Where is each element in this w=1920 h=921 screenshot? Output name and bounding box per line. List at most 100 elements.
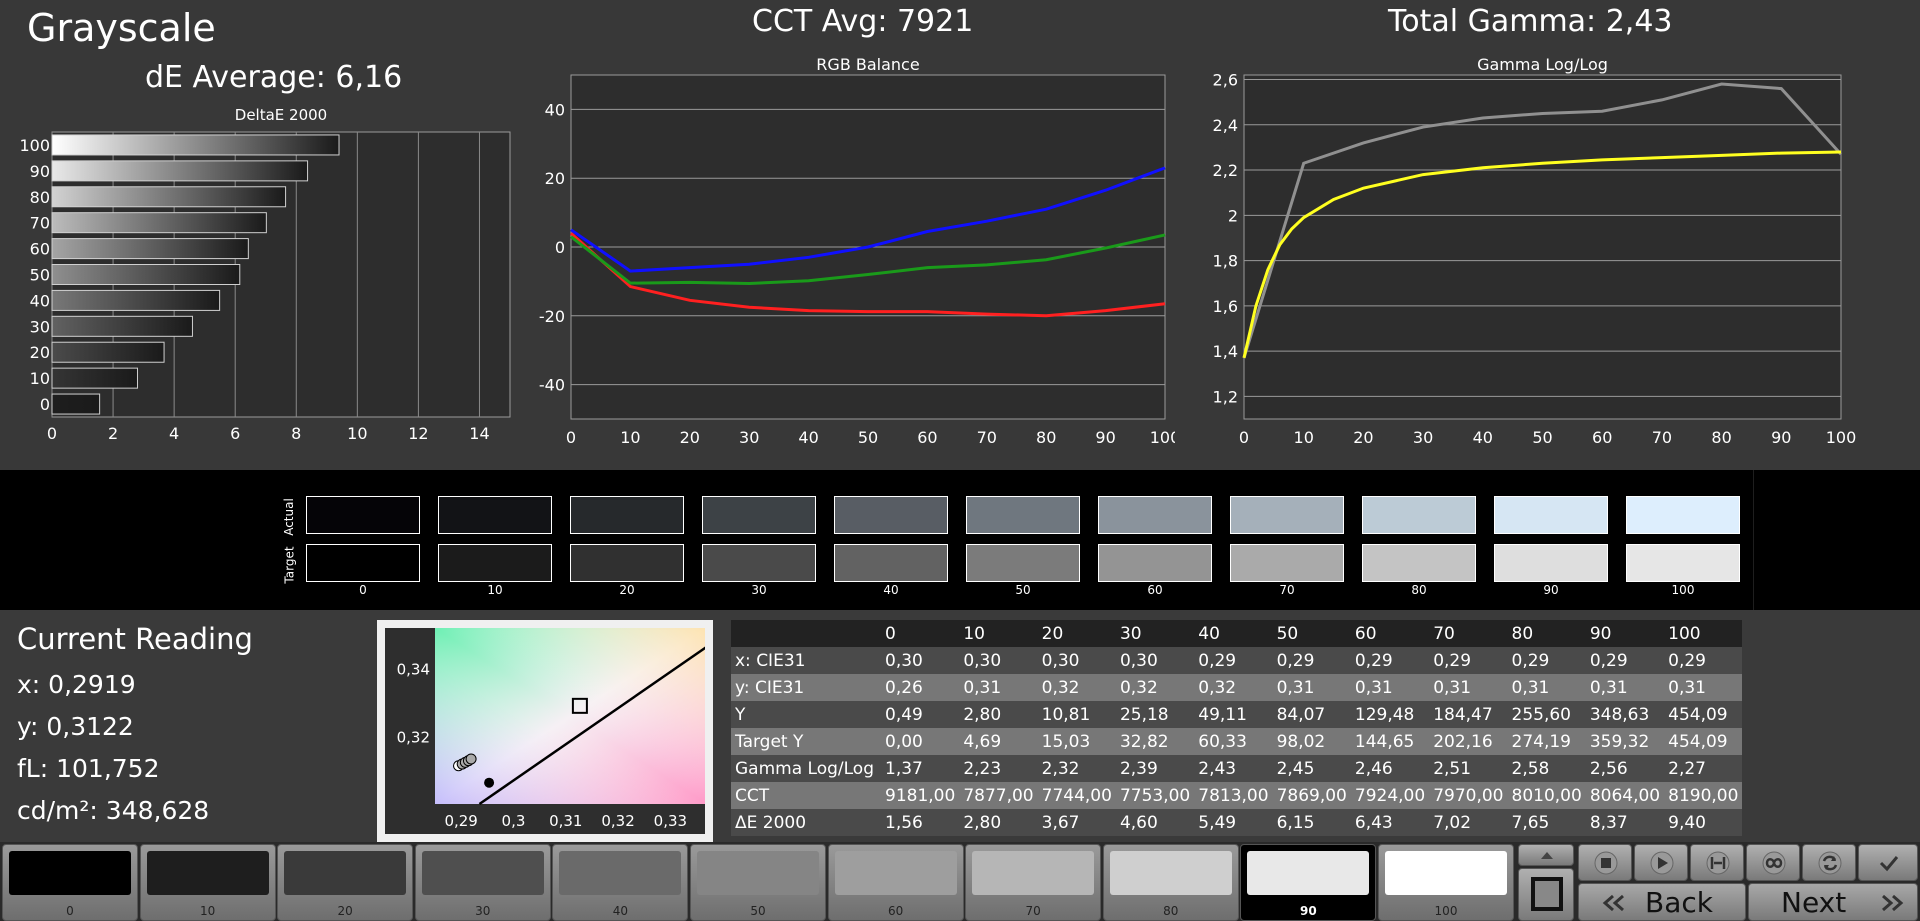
x-tick-label: 50: [1532, 428, 1552, 447]
table-cell: 144,65: [1350, 728, 1430, 755]
patch-color-chip: [1109, 851, 1232, 895]
table-row: x: CIE31 0,30 0,30 0,30 0,30 0,29 0,29 0,29 0,29…: [731, 647, 1743, 674]
patch-button[interactable]: 100: [1378, 844, 1514, 921]
y-tick-label: 50: [30, 266, 50, 285]
table-cell: 0,31: [1585, 674, 1665, 701]
patch-label: 40: [612, 904, 629, 918]
table-header-row: 0 10 20 30 40 50 60 70 80 90 100: [731, 620, 1743, 647]
reading-fl: fL: 101,752: [17, 754, 160, 783]
refresh-button[interactable]: [1802, 844, 1856, 881]
y-tick-label: 0,34: [397, 661, 430, 679]
table-cell: 202,16: [1429, 728, 1508, 755]
column-header: 100: [1664, 620, 1743, 647]
table-cell: 0,30: [959, 647, 1038, 674]
infinity-icon: [1762, 851, 1786, 875]
patch-label: 0: [66, 904, 74, 918]
swatch-label: 40: [883, 583, 899, 597]
table-cell: 0,29: [1272, 647, 1351, 674]
table-cell: 0,29: [1429, 647, 1508, 674]
table-cell: 0,31: [1350, 674, 1430, 701]
table-cell: 2,39: [1115, 755, 1195, 782]
actual-swatch: [1230, 496, 1344, 534]
table-cell: 6,15: [1272, 809, 1351, 836]
patch-size-button[interactable]: [1518, 868, 1574, 921]
step-button[interactable]: [1690, 844, 1744, 881]
x-tick-label: 70: [1652, 428, 1672, 447]
actual-swatch: [1098, 496, 1212, 534]
row-label: x: CIE31: [731, 647, 881, 674]
double-chevron-left-icon: [1602, 894, 1624, 912]
swatch-label: 20: [619, 583, 635, 597]
patch-button[interactable]: 70: [965, 844, 1102, 921]
patch-color-chip: [1385, 851, 1507, 895]
play-icon: [1650, 851, 1674, 875]
x-tick-label: 0,31: [549, 812, 582, 830]
table-cell: 274,19: [1507, 728, 1586, 755]
scroll-up-button[interactable]: [1518, 844, 1574, 866]
next-button[interactable]: Next: [1748, 883, 1918, 921]
x-tick-label: 70: [977, 428, 997, 447]
stop-icon: [1594, 851, 1618, 875]
patch-button[interactable]: 20: [277, 844, 414, 921]
target-swatch: [438, 544, 552, 582]
table-row: y: CIE31 0,26 0,31 0,32 0,32 0,32 0,31 0,31 0,31…: [731, 674, 1743, 701]
continuous-button[interactable]: [1746, 844, 1800, 881]
y-tick-label: 10: [30, 369, 50, 388]
row-label: ΔE 2000: [731, 809, 881, 836]
actual-swatch: [1362, 496, 1476, 534]
next-label: Next: [1781, 886, 1847, 919]
actual-swatch: [1626, 496, 1740, 534]
column-header: 80: [1507, 620, 1586, 647]
table-cell: 9,40: [1664, 809, 1743, 836]
swatch-band: Actual Target 0 10 20 30 40 50 60 70 80 90 100: [0, 470, 1920, 610]
swatch-label: 100: [1671, 583, 1695, 597]
patch-button[interactable]: 40: [552, 844, 689, 921]
table-cell: 255,60: [1507, 701, 1586, 728]
patch-button[interactable]: 60: [827, 844, 964, 921]
table-cell: 49,11: [1194, 701, 1273, 728]
play-button[interactable]: [1634, 844, 1688, 881]
table-cell: 3,67: [1037, 809, 1116, 836]
patch-button[interactable]: 80: [1102, 844, 1239, 921]
cie-overlay: [435, 628, 707, 804]
confirm-button[interactable]: [1858, 844, 1918, 881]
bar: [51, 134, 340, 156]
table-cell: 7869,00: [1272, 782, 1351, 809]
actual-swatch: [306, 496, 420, 534]
patch-button[interactable]: 0: [2, 844, 138, 921]
patch-button[interactable]: 10: [139, 844, 276, 921]
x-tick-label: 8: [291, 424, 301, 443]
patch-label: 50: [750, 904, 766, 918]
column-header: 90: [1585, 620, 1665, 647]
patch-color-chip: [697, 851, 819, 895]
table-cell: 7,65: [1507, 809, 1586, 836]
patch-button[interactable]: 50: [690, 844, 826, 921]
charts-area: Grayscale dE Average: 6,16 CCT Avg: 7921…: [0, 0, 1920, 470]
x-tick-label: 100: [1150, 428, 1175, 447]
stop-button[interactable]: [1578, 844, 1632, 881]
column-header: 10: [959, 620, 1038, 647]
back-button[interactable]: Back: [1578, 883, 1746, 921]
column-header: 0: [881, 620, 960, 647]
triangle-up-icon: [1541, 852, 1553, 859]
table-cell: 4,60: [1115, 809, 1195, 836]
column-header: 70: [1429, 620, 1508, 647]
step-icon: [1706, 851, 1730, 875]
table-cell: 15,03: [1037, 728, 1116, 755]
bar: [51, 212, 267, 234]
table-cell: 0,29: [1350, 647, 1430, 674]
patch-button[interactable]: 90: [1240, 844, 1377, 921]
target-swatch: [1626, 544, 1740, 582]
bar: [51, 238, 249, 260]
table-cell: 184,47: [1429, 701, 1508, 728]
x-tick-label: 30: [739, 428, 759, 447]
x-tick-label: 0,33: [654, 812, 687, 830]
bar: [51, 341, 165, 363]
column-header: 60: [1350, 620, 1430, 647]
swatch-label: 60: [1147, 583, 1163, 597]
y-tick-label: 60: [30, 240, 50, 259]
deltae-chart: DeltaE 2000 0 2 4 6 8 10 12 14 0 10 20 30 40 50 60 70 80 9…: [19, 106, 511, 443]
measurement-table: 0 10 20 30 40 50 60 70 80 90 100 x: CIE31 0,30 0,30 0,…: [731, 620, 1743, 836]
patch-button[interactable]: 30: [414, 844, 551, 921]
column-header: 20: [1037, 620, 1116, 647]
